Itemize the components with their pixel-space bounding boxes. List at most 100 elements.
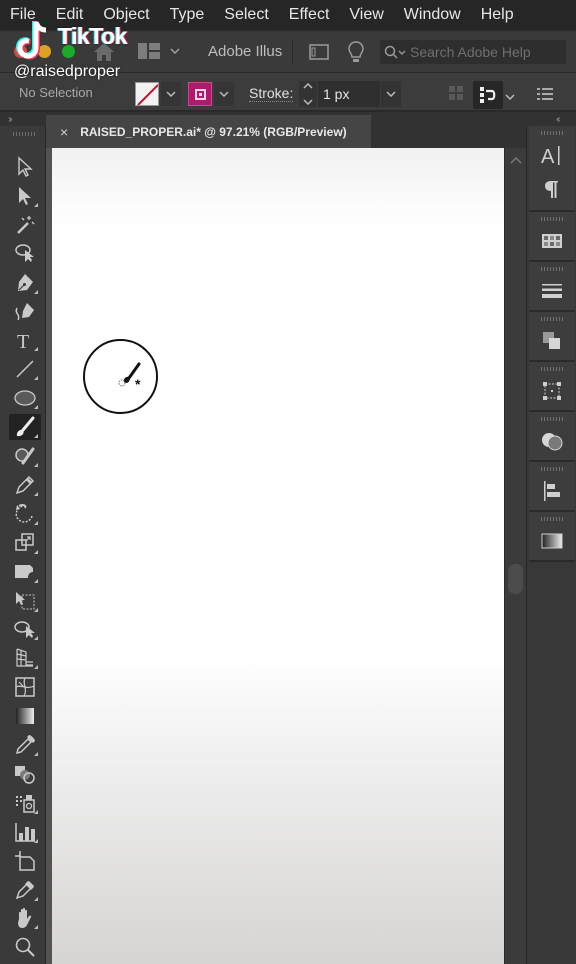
zoom-tool[interactable] (9, 934, 41, 960)
perspective-grid-tool[interactable] (9, 645, 41, 671)
menu-select[interactable]: Select (214, 6, 278, 24)
paintbrush-tool[interactable] (9, 414, 41, 440)
stroke-label[interactable]: Stroke: (249, 85, 294, 102)
dock-grip[interactable] (541, 517, 563, 521)
minimize-window-button[interactable] (38, 45, 51, 58)
menu-type[interactable]: Type (160, 6, 215, 24)
shaper-tool[interactable] (9, 443, 41, 469)
hand-tool[interactable] (9, 905, 41, 931)
dock-grip[interactable] (541, 417, 563, 421)
mesh-tool[interactable] (9, 674, 41, 700)
vertical-scrollbar[interactable] (504, 148, 526, 964)
magic-wand-tool[interactable] (9, 212, 41, 238)
magic-wand-icon (17, 216, 35, 234)
scroll-up-icon[interactable] (510, 152, 522, 170)
canvas-area[interactable] (46, 148, 504, 964)
stroke-dropdown[interactable] (214, 82, 234, 106)
control-bar: No Selection Stroke: (0, 72, 576, 112)
dock-grip[interactable] (541, 467, 563, 471)
width-tool[interactable] (9, 559, 41, 585)
stroke-weight-dropdown[interactable] (381, 81, 401, 107)
chevron-up-icon[interactable] (303, 83, 313, 89)
type-tool[interactable]: T (9, 327, 41, 353)
expand-toolbar-icon[interactable]: ›› (8, 114, 12, 125)
stroke-weight-input[interactable] (318, 81, 380, 107)
menu-file[interactable]: File (0, 6, 46, 24)
lightbulb-icon[interactable] (346, 40, 366, 69)
tool-group-indicator (34, 550, 38, 554)
stroke-weight-stepper[interactable] (299, 81, 317, 107)
menu-effect[interactable]: Effect (279, 6, 340, 24)
transparency-panel-icon[interactable] (541, 430, 563, 452)
dock-grip[interactable] (541, 217, 563, 221)
stroke-swatch[interactable] (188, 82, 212, 106)
menu-window[interactable]: Window (394, 6, 471, 24)
blend-tool[interactable] (9, 761, 41, 787)
curvature-tool[interactable] (9, 299, 41, 325)
lasso-tool[interactable] (9, 241, 41, 267)
menu-view[interactable]: View (339, 6, 393, 24)
workspace-switcher[interactable] (138, 43, 180, 59)
scale-tool[interactable] (9, 530, 41, 556)
pathfinder-panel-icon[interactable] (541, 330, 563, 352)
help-search[interactable] (380, 40, 566, 64)
slice-tool[interactable] (9, 877, 41, 903)
symbol-sprayer-tool[interactable] (9, 790, 41, 816)
selection-tool[interactable] (9, 154, 41, 180)
expand-dock-icon[interactable]: ‹‹ (556, 114, 560, 125)
tool-group-indicator (34, 579, 38, 583)
brush-size-cursor: * (83, 339, 158, 414)
snap-options-dropdown[interactable] (505, 87, 515, 105)
character-panel-icon[interactable]: A (541, 144, 563, 166)
column-graph-tool[interactable] (9, 819, 41, 845)
pencil-tool[interactable] (9, 472, 41, 498)
dock-group-align (529, 462, 575, 512)
snap-to-pixel-button[interactable] (473, 81, 503, 109)
align-to-pixel-grid-icon[interactable] (448, 85, 464, 106)
ellipse-tool[interactable] (9, 385, 41, 411)
menu-object[interactable]: Object (93, 6, 159, 24)
more-options-icon[interactable] (537, 87, 553, 106)
home-icon[interactable] (92, 41, 116, 63)
shape-builder-tool[interactable] (9, 616, 41, 642)
maximize-window-button[interactable] (62, 45, 75, 58)
line-segment-tool[interactable] (9, 356, 41, 382)
gradient-tool[interactable] (9, 703, 41, 729)
artboard-icon (15, 851, 35, 871)
swatches-panel-icon[interactable] (541, 230, 563, 252)
blend-icon (15, 766, 35, 784)
artboard[interactable] (52, 148, 504, 964)
stroke-panel-icon[interactable] (541, 280, 563, 302)
menu-edit[interactable]: Edit (46, 6, 94, 24)
document-tab-title: RAISED_PROPER.ai* @ 97.21% (RGB/Preview) (80, 124, 347, 139)
close-tab-icon[interactable]: × (60, 124, 68, 140)
tool-group-indicator (34, 463, 38, 467)
dock-group-type: A (529, 126, 575, 212)
tool-group-indicator (34, 925, 38, 929)
fill-dropdown[interactable] (161, 82, 181, 106)
menu-help[interactable]: Help (471, 6, 524, 24)
dock-grip[interactable] (541, 267, 563, 271)
chevron-down-icon[interactable] (303, 99, 313, 105)
paragraph-panel-icon[interactable] (541, 178, 563, 200)
gradient-panel-icon[interactable] (541, 530, 563, 552)
scrollbar-thumb[interactable] (508, 564, 523, 594)
dock-grip[interactable] (541, 367, 563, 371)
fill-swatch[interactable] (135, 82, 159, 106)
arrange-documents-icon[interactable] (309, 44, 329, 65)
align-panel-icon[interactable] (541, 480, 563, 502)
direct-selection-tool[interactable] (9, 183, 41, 209)
search-input[interactable] (410, 44, 560, 60)
close-window-button[interactable] (14, 45, 27, 58)
document-tab[interactable]: × RAISED_PROPER.ai* @ 97.21% (RGB/Previe… (46, 115, 371, 148)
artboard-tool[interactable] (9, 848, 41, 874)
pen-tool[interactable] (9, 270, 41, 296)
dock-grip[interactable] (541, 317, 563, 321)
toolbar-grip[interactable] (13, 132, 37, 136)
free-transform-tool[interactable] (9, 588, 41, 614)
dock-grip[interactable] (541, 131, 563, 135)
workspace-label[interactable]: Adobe Illus (208, 43, 282, 60)
rotate-tool[interactable] (9, 501, 41, 527)
transform-panel-icon[interactable] (541, 380, 563, 402)
eyedropper-tool[interactable] (9, 732, 41, 758)
